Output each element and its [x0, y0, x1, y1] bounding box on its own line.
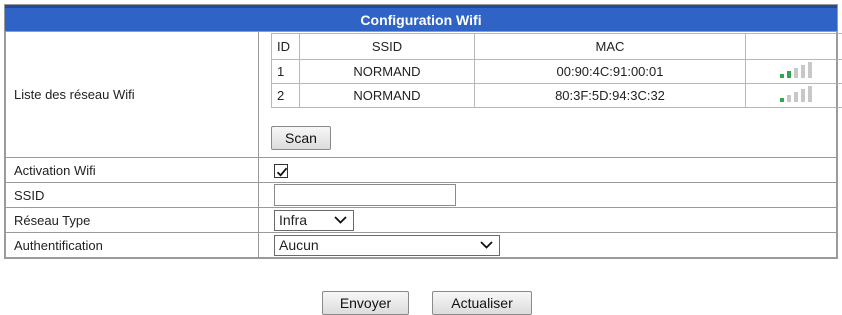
row-id: 1 — [271, 59, 300, 84]
wifi-config-panel: Configuration Wifi Liste des réseau Wifi… — [4, 4, 842, 259]
signal-bar — [807, 86, 812, 102]
scan-button[interactable]: Scan — [271, 126, 331, 150]
signal-bar — [779, 74, 784, 78]
activation-checkbox[interactable] — [274, 163, 288, 178]
wifi-list-cell: ID SSID MAC 1 NORMAND 00:90:4C:91:00:01 — [258, 31, 842, 158]
column-header-mac: MAC — [474, 33, 746, 60]
network-type-cell: Infra — [258, 207, 837, 233]
signal-bar — [786, 71, 791, 78]
auth-select[interactable]: Aucun — [274, 234, 500, 256]
refresh-button[interactable]: Actualiser — [432, 291, 532, 315]
row-mac: 00:90:4C:91:00:01 — [474, 59, 746, 84]
signal-bar — [793, 92, 798, 102]
row-signal — [745, 83, 842, 108]
row-id: 2 — [271, 83, 300, 108]
panel-title: Configuration Wifi — [5, 5, 837, 31]
signal-bar — [786, 95, 791, 102]
signal-bars-icon — [778, 85, 814, 106]
wifi-network-table: ID SSID MAC 1 NORMAND 00:90:4C:91:00:01 — [271, 33, 842, 108]
column-header-id: ID — [271, 33, 300, 60]
auth-label: Authentification — [5, 232, 259, 258]
chevron-down-icon — [480, 241, 493, 249]
column-header-ssid: SSID — [299, 33, 475, 60]
table-row[interactable]: 1 NORMAND 00:90:4C:91:00:01 — [271, 59, 842, 84]
network-type-value: Infra — [279, 212, 308, 228]
scan-area: Scan — [259, 108, 836, 156]
network-type-select[interactable]: Infra — [274, 209, 354, 231]
network-type-label: Réseau Type — [5, 207, 259, 233]
activation-label: Activation Wifi — [5, 157, 259, 183]
signal-bar — [793, 68, 798, 78]
checkmark-icon — [276, 167, 288, 177]
chevron-down-icon — [334, 216, 347, 224]
ssid-cell — [258, 182, 837, 208]
wifi-list-label: Liste des réseau Wifi — [5, 31, 259, 158]
table-row[interactable]: 2 NORMAND 80:3F:5D:94:3C:32 — [271, 83, 842, 108]
signal-bar — [800, 89, 805, 102]
auth-value: Aucun — [279, 237, 319, 253]
signal-bar — [779, 98, 784, 102]
row-ssid: NORMAND — [299, 83, 475, 108]
row-signal — [745, 59, 842, 84]
config-form: Liste des réseau Wifi ID SSID MAC 1 NORM… — [5, 31, 842, 258]
form-actions: Envoyer Actualiser — [0, 291, 842, 315]
row-mac: 80:3F:5D:94:3C:32 — [474, 83, 746, 108]
send-button[interactable]: Envoyer — [322, 291, 409, 315]
activation-cell — [258, 157, 837, 183]
signal-bars-icon — [778, 61, 814, 82]
signal-bar — [800, 65, 805, 78]
row-ssid: NORMAND — [299, 59, 475, 84]
wifi-table-header: ID SSID MAC — [271, 33, 842, 60]
ssid-input[interactable] — [274, 184, 456, 206]
signal-bar — [807, 62, 812, 78]
column-header-signal — [745, 33, 842, 60]
ssid-label: SSID — [5, 182, 259, 208]
auth-cell: Aucun — [258, 232, 837, 258]
